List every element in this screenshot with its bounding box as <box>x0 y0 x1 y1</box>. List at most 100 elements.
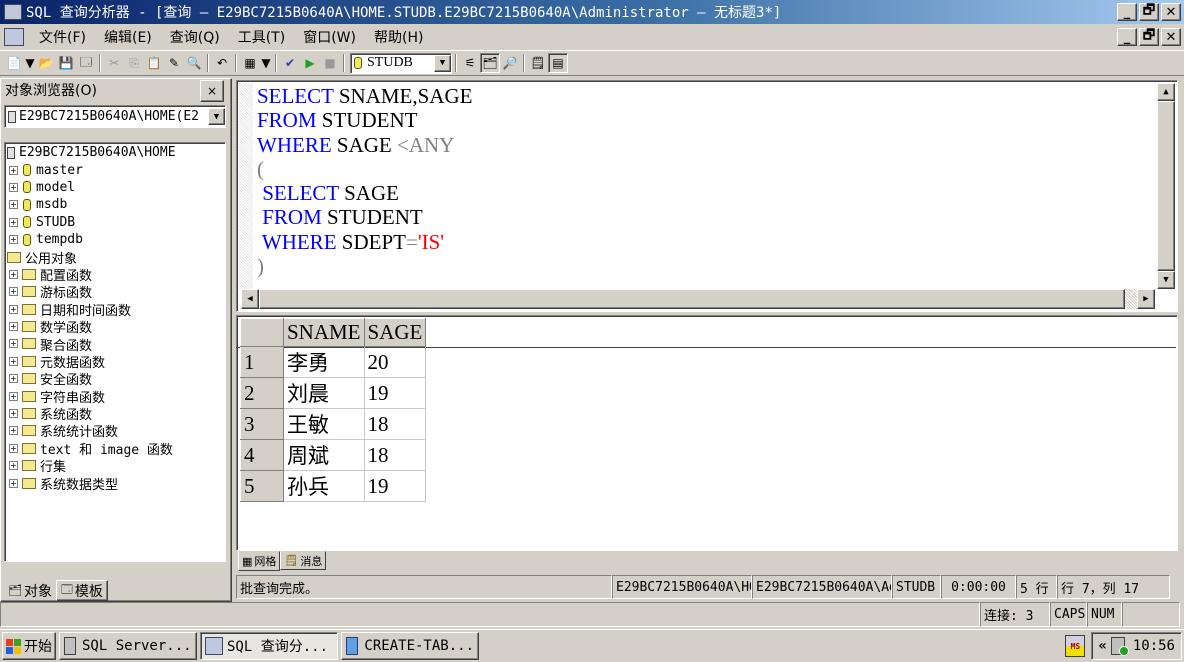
expand-icon[interactable]: + <box>9 339 18 349</box>
close-button[interactable]: ✕ <box>1161 3 1181 21</box>
menu-file[interactable]: 文件(F) <box>30 27 95 47</box>
find-icon[interactable]: 🔍 <box>184 53 204 73</box>
doc-restore-button[interactable]: 🗗 <box>1139 28 1159 46</box>
menu-help[interactable]: 帮助(H) <box>365 27 432 47</box>
cell-sage[interactable]: 18 <box>363 408 427 440</box>
tray-expand-button[interactable]: « <box>1098 638 1106 654</box>
tree-database-node[interactable]: + msdb <box>5 196 225 213</box>
start-button[interactable]: 开始 <box>2 632 56 660</box>
cell-sname[interactable]: 孙兵 <box>283 470 365 502</box>
tree-common-objects-node[interactable]: 公用对象 <box>5 248 225 267</box>
parse-icon[interactable]: ✔ <box>280 53 300 73</box>
execute-icon[interactable]: ▶ <box>300 53 320 73</box>
tree-folder-node[interactable]: + 系统统计函数 <box>5 422 225 440</box>
tree-database-node[interactable]: + master <box>5 161 225 178</box>
menu-query[interactable]: 查询(Q) <box>161 27 229 47</box>
column-header-sage[interactable]: SAGE <box>363 318 427 347</box>
doc-close-button[interactable]: ✕ <box>1161 28 1181 46</box>
tree-folder-node[interactable]: + 系统函数 <box>5 405 225 423</box>
expand-icon[interactable]: + <box>9 374 18 384</box>
tree-folder-node[interactable]: + 日期和时间函数 <box>5 301 225 319</box>
sql-service-icon[interactable] <box>1110 637 1129 656</box>
save-icon[interactable]: 💾 <box>56 53 76 73</box>
restore-button[interactable]: 🗗 <box>1139 3 1159 21</box>
expand-icon[interactable]: + <box>9 409 18 419</box>
undo-icon[interactable]: ↶ <box>212 53 232 73</box>
expand-icon[interactable]: + <box>9 235 18 245</box>
cell-sname[interactable]: 刘晨 <box>283 377 365 409</box>
object-search-icon[interactable]: 🔎 <box>500 53 520 73</box>
task-create-table[interactable]: CREATE-TAB... <box>341 632 479 660</box>
object-browser-icon[interactable]: 🗂 <box>480 53 500 73</box>
open-icon[interactable]: 📂 <box>36 53 56 73</box>
table-row[interactable]: 4 周斌 18 <box>240 439 427 471</box>
load-script-icon[interactable]: 🗔 <box>76 53 96 73</box>
cell-sname[interactable]: 王敏 <box>283 408 365 440</box>
tab-templates[interactable]: 🗔 模板 <box>55 580 108 601</box>
tree-folder-node[interactable]: + 数学函数 <box>5 318 225 336</box>
tree-folder-node[interactable]: + 系统数据类型 <box>5 474 225 493</box>
menu-window[interactable]: 窗口(W) <box>294 27 365 47</box>
expand-icon[interactable]: + <box>9 391 18 401</box>
table-row[interactable]: 5 孙兵 19 <box>240 470 427 502</box>
sql-code[interactable]: SELECT SNAME,SAGE FROM STUDENT WHERE SAGE … <box>257 84 472 278</box>
scroll-track[interactable] <box>1125 289 1137 309</box>
column-header-sname[interactable]: SNAME <box>283 318 365 347</box>
results-pane-icon[interactable]: ▤ <box>548 53 568 73</box>
tree-folder-node[interactable]: + 聚合函数 <box>5 335 225 354</box>
scroll-thumb[interactable] <box>1157 101 1175 271</box>
cell-sage[interactable]: 19 <box>363 377 427 409</box>
expand-icon[interactable]: + <box>9 356 18 366</box>
row-number[interactable]: 2 <box>240 377 284 409</box>
stop-icon[interactable]: ■ <box>320 53 340 73</box>
task-query-analyzer[interactable]: SQL 查询分... <box>200 632 338 660</box>
doc-minimize-button[interactable]: _ <box>1117 28 1137 46</box>
tab-grid[interactable]: ▦ 网格 <box>238 551 281 571</box>
expand-icon[interactable]: + <box>9 478 18 488</box>
table-row[interactable]: 3 王敏 18 <box>240 408 427 440</box>
object-browser-close-button[interactable]: × <box>200 80 224 102</box>
tab-messages[interactable]: 🗒 消息 <box>280 551 327 570</box>
tree-server-node[interactable]: E29BC7215B0640A\HOME <box>5 144 225 161</box>
tree-folder-node[interactable]: + 行集 <box>5 457 225 475</box>
tree-folder-node[interactable]: + 游标函数 <box>5 283 225 301</box>
results-grid[interactable]: SNAME SAGE 1 李勇 20 2 刘晨 19 3 王敏 18 4 周斌 18 5 孙兵 19 <box>240 318 427 502</box>
expand-icon[interactable]: + <box>9 461 18 471</box>
tree-folder-node[interactable]: + 字符串函数 <box>5 387 225 406</box>
copy-icon[interactable]: ⎘ <box>124 53 144 73</box>
row-number[interactable]: 1 <box>240 346 284 378</box>
menu-tools[interactable]: 工具(T) <box>229 27 294 47</box>
editor-horizontal-scrollbar[interactable]: ◀ ▶ <box>241 289 1155 309</box>
expand-icon[interactable]: + <box>9 269 18 279</box>
cell-sage[interactable]: 18 <box>363 439 427 471</box>
row-number[interactable]: 3 <box>240 408 284 440</box>
table-row[interactable]: 2 刘晨 19 <box>240 377 427 409</box>
expand-icon[interactable]: + <box>9 322 18 332</box>
show-plan-icon[interactable]: ⚟ <box>460 53 480 73</box>
tree-folder-node[interactable]: + text 和 image 函数 <box>5 440 225 458</box>
tree-folder-node[interactable]: + 安全函数 <box>5 370 225 388</box>
table-row[interactable]: 1 李勇 20 <box>240 346 427 378</box>
expand-icon[interactable]: + <box>9 200 18 210</box>
tree-folder-node[interactable]: + 元数据函数 <box>5 353 225 371</box>
editor-vertical-scrollbar[interactable]: ▲ ▼ <box>1157 83 1175 289</box>
expand-icon[interactable]: + <box>9 304 18 314</box>
tree-database-node[interactable]: + model <box>5 179 225 196</box>
dropdown-icon[interactable]: ▼ <box>260 53 272 73</box>
row-number[interactable]: 5 <box>240 470 284 502</box>
expand-icon[interactable]: + <box>9 217 18 227</box>
expand-icon[interactable]: + <box>9 443 18 453</box>
scroll-right-icon[interactable]: ▶ <box>1137 289 1155 309</box>
expand-icon[interactable]: + <box>9 426 18 436</box>
row-number[interactable]: 4 <box>240 439 284 471</box>
chevron-down-icon[interactable]: ▼ <box>208 108 225 125</box>
scroll-down-icon[interactable]: ▼ <box>1157 271 1175 289</box>
corner-cell[interactable] <box>240 318 284 347</box>
tree-folder-node[interactable]: + 配置函数 <box>5 266 225 284</box>
scroll-thumb[interactable] <box>259 289 1125 309</box>
task-sql-server[interactable]: SQL Server... <box>59 632 197 660</box>
dropdown-icon[interactable]: ▼ <box>24 53 36 73</box>
minimize-button[interactable]: _ <box>1117 3 1137 21</box>
expand-icon[interactable]: + <box>9 287 18 297</box>
cell-sage[interactable]: 19 <box>363 470 427 502</box>
